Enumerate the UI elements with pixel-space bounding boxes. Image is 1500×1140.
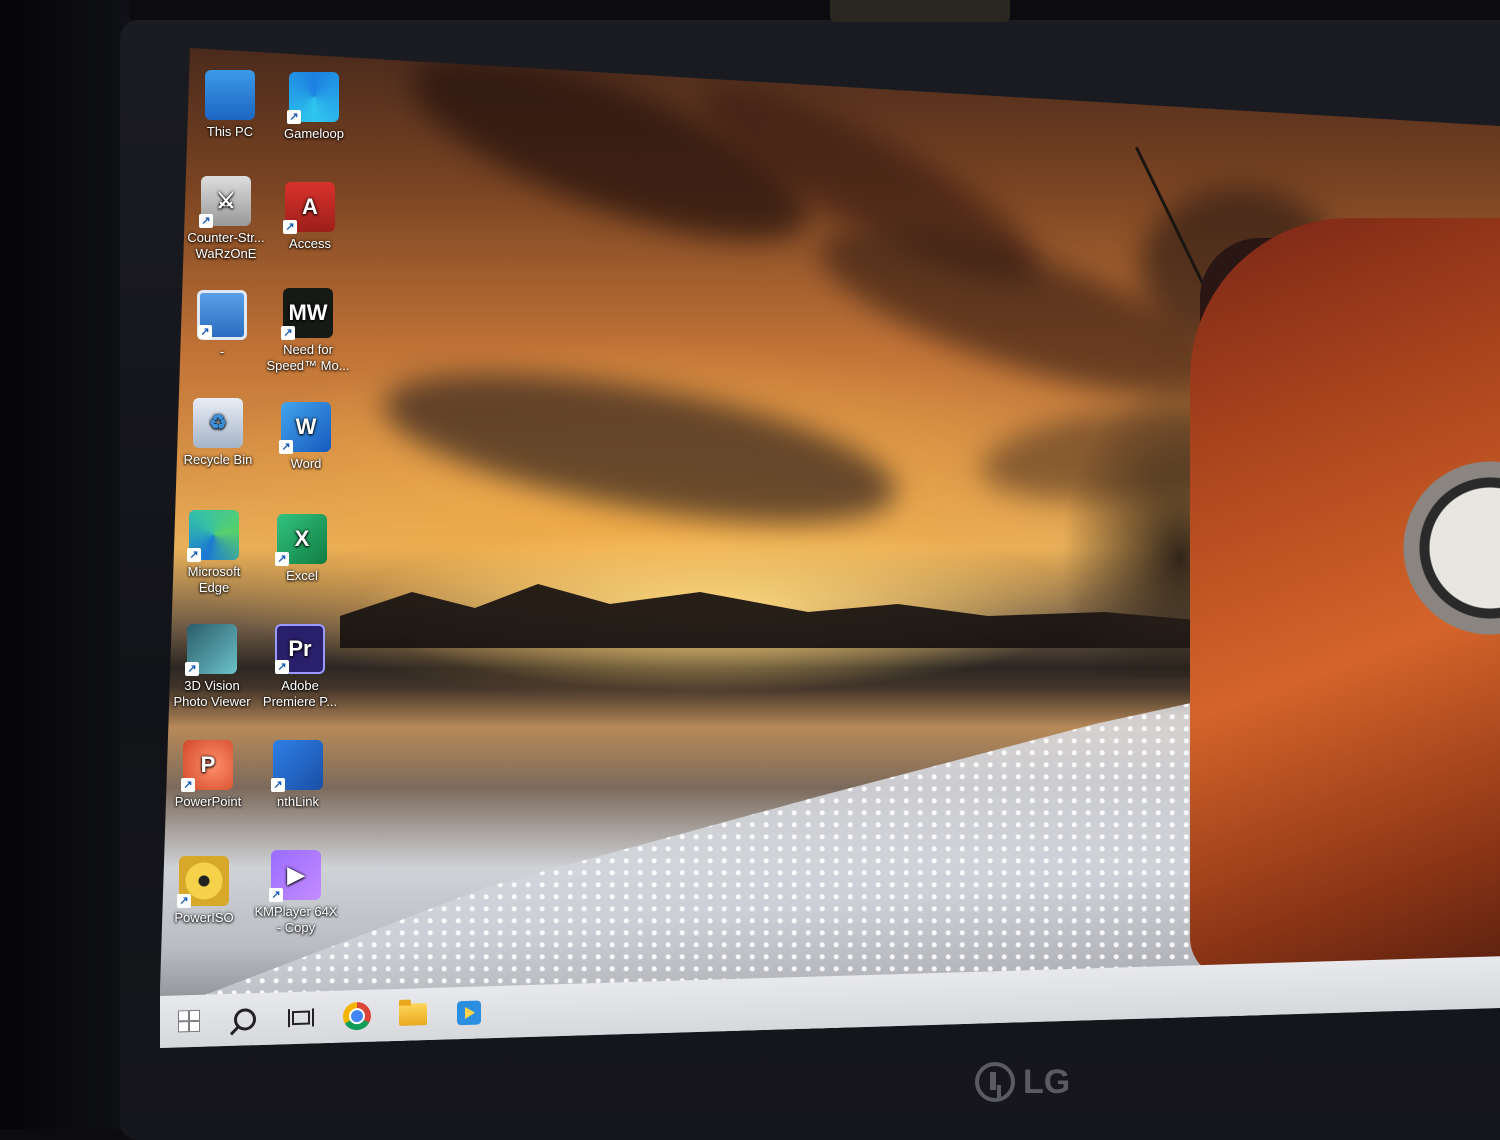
edge-icon: ↗ [187,510,239,562]
search-button[interactable] [230,1004,260,1035]
icon-label: Adobe Premiere P... [262,678,338,709]
word-icon: W ↗ [279,402,331,454]
access-glyph: A [302,194,318,219]
desktop-icon-excel[interactable]: X ↗ Excel [254,514,350,584]
monitor-logo: LG [975,1062,1070,1102]
icon-label: Need for Speed™ Mo... [266,342,350,373]
icon-label: Counter-Str... WaRzOnE [187,230,265,261]
shortcut-arrow-icon: ↗ [187,548,201,562]
webcam [830,0,1010,22]
recycle-glyph: ♻ [209,412,227,434]
computer-icon [205,70,255,120]
shortcut-arrow-icon: ↗ [199,214,213,228]
shortcut-arrow-icon: ↗ [287,110,301,124]
icon-label: Recycle Bin [183,452,253,467]
task-view-button[interactable] [286,1002,316,1033]
icon-label: Microsoft Edge [187,564,241,595]
shortcut-arrow-icon: ↗ [198,325,212,339]
start-button[interactable] [174,1006,204,1037]
folder-icon [399,1003,427,1026]
desktop-icon-nthlink[interactable]: ↗ nthLink [250,740,346,810]
shortcut-arrow-icon: ↗ [185,662,199,676]
icon-label: This PC [206,124,254,139]
icon-label: Gameloop [284,126,344,141]
task-view-icon [292,1010,310,1026]
kmplayer-icon: ▶ ↗ [269,850,321,902]
desktop-icon-need-for-speed[interactable]: MW ↗ Need for Speed™ Mo... [260,288,356,374]
powerpoint-glyph: P [200,752,216,777]
icon-label: Access [289,236,331,251]
shortcut-arrow-icon: ↗ [281,326,295,340]
word-glyph: W [295,414,317,439]
shortcut-arrow-icon: ↗ [269,888,283,902]
desktop-icon-recycle-bin[interactable]: ♻ Recycle Bin [170,398,266,468]
icon-label: Word [290,456,322,471]
desktop-icon-gameloop[interactable]: ↗ Gameloop [266,72,362,142]
desktop-icon-this-pc[interactable]: This PC [182,70,278,140]
desktop-icon-powerpoint[interactable]: P ↗ PowerPoint [160,740,256,810]
media-player-icon [457,1000,481,1026]
kmplayer-glyph: ▶ [287,862,305,887]
icon-label: 3D Vision Photo Viewer [173,678,251,709]
chrome-icon [343,1001,371,1031]
desktop-icon-kmplayer[interactable]: ▶ ↗ KMPlayer 64X - Copy [248,850,344,936]
search-icon [234,1008,256,1031]
shortcut-arrow-icon: ↗ [275,660,289,674]
taskbar-chrome[interactable] [342,1001,372,1032]
access-icon: A ↗ [283,182,335,234]
room-background [0,0,130,1129]
icon-label: nthLink [277,794,319,809]
gameloop-icon: ↗ [287,72,339,124]
shortcut-arrow-icon: ↗ [271,778,285,792]
desktop-icon-microsoft-edge[interactable]: ↗ Microsoft Edge [166,510,262,596]
premiere-glyph: Pr [288,636,312,661]
3d-vision-icon: ↗ [185,624,237,676]
need-for-speed-icon: MW ↗ [281,288,333,340]
desktop-icon-counter-strike[interactable]: ⚔ ↗ Counter-Str... WaRzOnE [178,176,274,262]
desktop-icon-word[interactable]: W ↗ Word [258,402,354,472]
shortcut-arrow-icon: ↗ [275,552,289,566]
recycle-bin-icon: ♻ [193,398,243,448]
lg-logo-icon [975,1062,1015,1102]
window-app-icon: ↗ [197,290,247,340]
desktop-icon-access[interactable]: A ↗ Access [262,182,358,252]
premiere-icon: Pr ↗ [275,624,325,674]
desktop-icon-unnamed[interactable]: ↗ - [174,290,270,360]
powerpoint-icon: P ↗ [181,740,233,792]
nthlink-icon: ↗ [271,740,323,792]
counter-strike-icon: ⚔ ↗ [199,176,251,228]
monitor-brand: LG [1023,1062,1071,1101]
taskbar-media-player[interactable] [454,997,484,1028]
icon-label: - [219,344,225,359]
counter-strike-glyph: ⚔ [216,188,236,213]
taskbar-file-explorer[interactable] [398,999,428,1030]
icon-label: Excel [286,568,318,583]
shortcut-arrow-icon: ↗ [279,440,293,454]
poweriso-icon: ↗ [177,856,229,908]
excel-icon: X ↗ [275,514,327,566]
nfs-glyph: MW [288,300,328,325]
wallpaper-car [1190,218,1500,978]
desktop-icon-poweriso[interactable]: ↗ PowerISO [160,856,252,926]
windows-logo-icon [179,1010,199,1032]
desktop-icon-adobe-premiere[interactable]: Pr ↗ Adobe Premiere P... [252,624,348,710]
screen: This PC ↗ Gameloop ⚔ ↗ Counter-Str... WaR… [160,48,1500,1048]
excel-glyph: X [294,526,310,551]
icon-label: PowerISO [174,910,234,925]
icon-label: PowerPoint [174,794,242,809]
shortcut-arrow-icon: ↗ [177,894,191,908]
desktop-icon-3d-vision[interactable]: ↗ 3D Vision Photo Viewer [164,624,260,710]
icon-label: KMPlayer 64X - Copy [254,904,338,935]
shortcut-arrow-icon: ↗ [283,220,297,234]
shortcut-arrow-icon: ↗ [181,778,195,792]
